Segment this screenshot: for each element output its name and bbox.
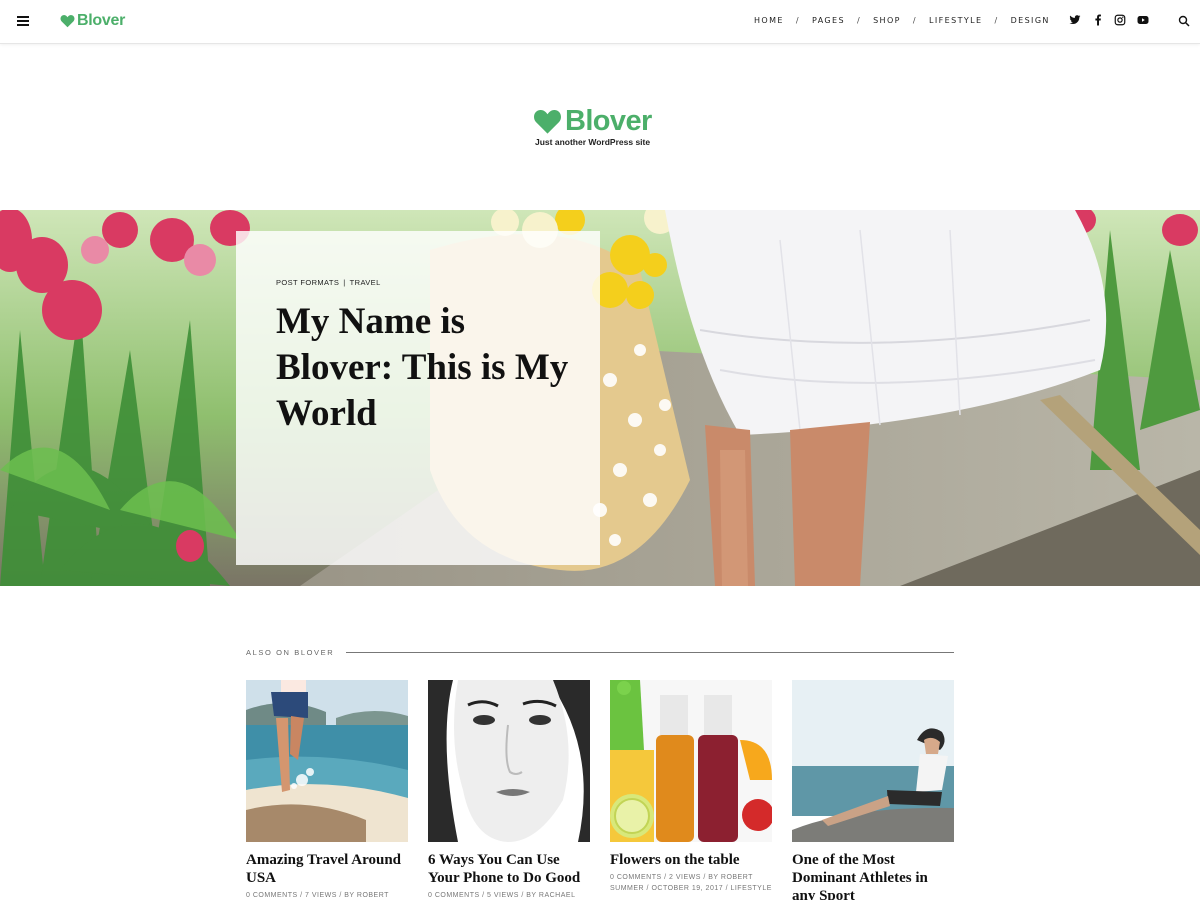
- post-title[interactable]: One of the Most Dominant Athletes in any…: [792, 851, 954, 900]
- post-meta: 0 COMMENTS / 2 VIEWS / BY ROBERT SUMMER …: [610, 874, 772, 892]
- related-posts: Amazing Travel Around USA 0 COMMENTS / 7…: [246, 680, 954, 900]
- section-title: ALSO ON BLOVER: [246, 648, 335, 657]
- post-thumbnail[interactable]: [792, 680, 954, 842]
- site-tagline: Just another WordPress site: [535, 137, 651, 147]
- twitter-icon[interactable]: [1069, 14, 1081, 26]
- category-link[interactable]: POST FORMATS: [276, 278, 339, 287]
- heart-icon: [60, 15, 75, 28]
- top-bar: Blover HOME / PAGES / SHOP / LIFESTYLE /…: [0, 0, 1200, 44]
- site-name: Blover: [565, 105, 652, 137]
- post-thumbnail[interactable]: [428, 680, 590, 842]
- main-nav: HOME / PAGES / SHOP / LIFESTYLE / DESIGN: [754, 16, 1050, 25]
- hamburger-icon[interactable]: [17, 16, 29, 26]
- category-separator: |: [343, 278, 346, 287]
- instagram-icon[interactable]: [1114, 14, 1126, 26]
- heart-icon: [534, 109, 561, 134]
- hero-card: POST FORMATS | TRAVEL My Name is Blover: T…: [236, 231, 600, 565]
- post-thumbnail[interactable]: [610, 680, 772, 842]
- nav-separator: /: [795, 16, 800, 25]
- nav-shop[interactable]: SHOP: [873, 16, 901, 25]
- header-logo-text: Blover: [77, 12, 125, 29]
- site-logo[interactable]: Blover Just another WordPress site: [533, 106, 673, 147]
- post-thumbnail[interactable]: [246, 680, 408, 842]
- nav-lifestyle[interactable]: LIFESTYLE: [929, 16, 982, 25]
- nav-pages[interactable]: PAGES: [812, 16, 845, 25]
- nav-separator: /: [994, 16, 999, 25]
- post-title[interactable]: Flowers on the table: [610, 851, 772, 869]
- post-card: Amazing Travel Around USA 0 COMMENTS / 7…: [246, 680, 408, 900]
- featured-post: POST FORMATS | TRAVEL My Name is Blover: T…: [0, 210, 1200, 586]
- post-card: 6 Ways You Can Use Your Phone to Do Good…: [428, 680, 590, 900]
- header-logo[interactable]: Blover: [60, 12, 125, 30]
- nav-separator: /: [912, 16, 918, 25]
- category-link[interactable]: TRAVEL: [350, 278, 381, 287]
- post-title[interactable]: Amazing Travel Around USA: [246, 851, 408, 887]
- post-categories: POST FORMATS | TRAVEL: [276, 278, 381, 287]
- nav-home[interactable]: HOME: [754, 16, 784, 25]
- featured-post-title[interactable]: My Name is Blover: This is My World: [276, 299, 576, 437]
- post-card: Flowers on the table 0 COMMENTS / 2 VIEW…: [610, 680, 772, 894]
- hero-image[interactable]: [0, 210, 1200, 586]
- nav-design[interactable]: DESIGN: [1011, 16, 1050, 25]
- social-links: [1069, 14, 1159, 26]
- nav-separator: /: [856, 16, 862, 25]
- post-card: One of the Most Dominant Athletes in any…: [792, 680, 954, 900]
- also-on-header: ALSO ON BLOVER: [246, 648, 954, 657]
- youtube-icon[interactable]: [1137, 14, 1149, 26]
- post-title[interactable]: 6 Ways You Can Use Your Phone to Do Good: [428, 851, 590, 887]
- post-meta: 0 COMMENTS / 7 VIEWS / BY ROBERT: [246, 892, 389, 899]
- divider: [346, 652, 954, 653]
- facebook-icon[interactable]: [1092, 14, 1104, 26]
- post-meta: 0 COMMENTS / 5 VIEWS / BY RACHAEL: [428, 892, 576, 899]
- search-icon[interactable]: [1178, 15, 1190, 27]
